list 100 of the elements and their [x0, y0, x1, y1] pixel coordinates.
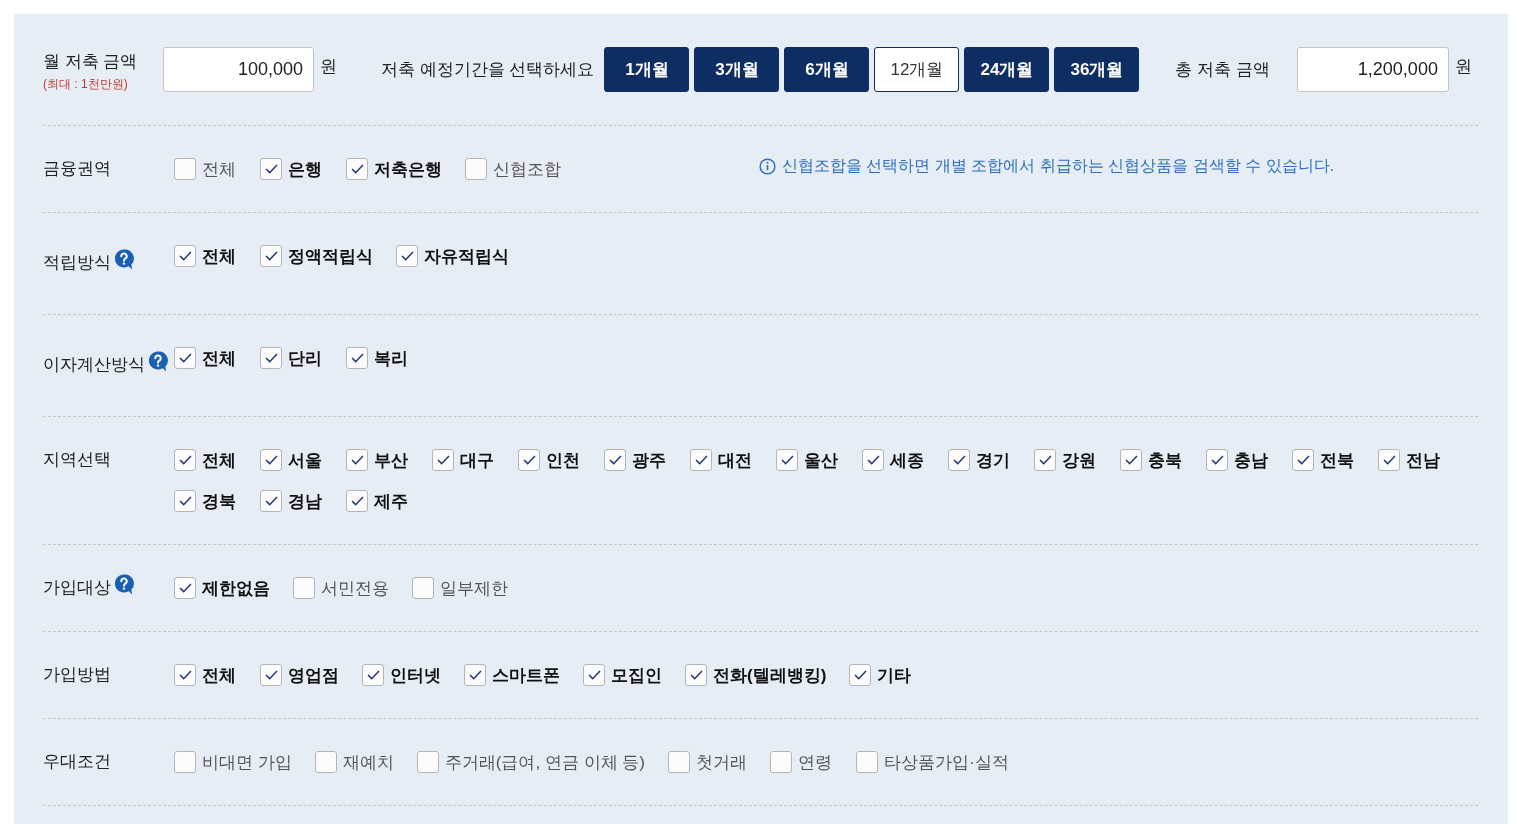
- checkbox-label[interactable]: 충북: [1148, 448, 1182, 472]
- checkbox-label[interactable]: 전체: [202, 157, 236, 181]
- checkbox-label[interactable]: 제한없음: [202, 576, 270, 600]
- checkbox[interactable]: [416, 751, 439, 773]
- period-button[interactable]: 1개월: [604, 47, 690, 92]
- checkbox[interactable]: [685, 664, 707, 686]
- checkbox[interactable]: [346, 158, 368, 180]
- checkbox-label[interactable]: 전체: [202, 244, 236, 268]
- checkbox[interactable]: [260, 664, 282, 686]
- checkbox-label[interactable]: 은행: [288, 157, 322, 181]
- help-icon[interactable]: [148, 350, 168, 372]
- checkbox[interactable]: [346, 347, 368, 369]
- checkbox[interactable]: [260, 449, 282, 471]
- checkbox-label[interactable]: 서민전용: [321, 576, 389, 600]
- checkbox-label[interactable]: 전체: [202, 346, 236, 370]
- checkbox[interactable]: [518, 449, 540, 471]
- checkbox[interactable]: [1120, 449, 1142, 471]
- checkbox-label[interactable]: 대전: [718, 448, 752, 472]
- checkbox[interactable]: [855, 751, 878, 773]
- period-button[interactable]: 12개월: [874, 47, 960, 92]
- checkbox[interactable]: [667, 751, 690, 773]
- checkbox[interactable]: [346, 449, 368, 471]
- checkbox[interactable]: [362, 664, 384, 686]
- period-button[interactable]: 36개월: [1054, 47, 1140, 92]
- checkbox[interactable]: [948, 449, 970, 471]
- checkbox[interactable]: [464, 664, 486, 686]
- checkbox[interactable]: [1378, 449, 1400, 471]
- checkbox-label[interactable]: 재예치: [342, 750, 394, 774]
- checkbox[interactable]: [465, 158, 487, 180]
- help-icon[interactable]: [114, 573, 134, 595]
- checkbox-label[interactable]: 모집인: [611, 663, 662, 687]
- checkbox[interactable]: [432, 449, 454, 471]
- checkbox-label[interactable]: 전화(텔레뱅킹): [713, 663, 827, 687]
- checkbox[interactable]: [174, 664, 196, 686]
- checkbox-label[interactable]: 비대면 가입: [202, 750, 292, 774]
- checkbox-label[interactable]: 세종: [890, 448, 924, 472]
- checkbox[interactable]: [346, 490, 368, 512]
- checkbox[interactable]: [776, 449, 798, 471]
- checkbox[interactable]: [769, 751, 792, 773]
- checkbox-label[interactable]: 강원: [1062, 448, 1096, 472]
- checkbox-label[interactable]: 기타: [877, 663, 912, 687]
- check-icon: [264, 670, 278, 680]
- checkbox-label[interactable]: 저축은행: [374, 157, 442, 181]
- checkbox[interactable]: [174, 158, 196, 180]
- checkbox-label[interactable]: 부산: [374, 448, 408, 472]
- checkbox[interactable]: [174, 577, 196, 599]
- checkbox-label[interactable]: 충남: [1234, 448, 1268, 472]
- checkbox-label[interactable]: 단리: [288, 346, 322, 370]
- help-icon[interactable]: [114, 248, 134, 270]
- checkbox-label[interactable]: 경기: [976, 448, 1010, 472]
- checkbox[interactable]: [260, 347, 282, 369]
- checkbox-label[interactable]: 정액적립식: [288, 244, 373, 268]
- checkbox[interactable]: [862, 449, 884, 471]
- checkbox-label[interactable]: 경남: [288, 489, 322, 513]
- checkbox[interactable]: [174, 347, 196, 369]
- checkbox-label[interactable]: 영업점: [288, 663, 339, 687]
- checkbox-label[interactable]: 신협조합: [493, 157, 561, 181]
- checkbox-label[interactable]: 타상품가입·실적: [883, 750, 1009, 774]
- checkbox[interactable]: [174, 245, 196, 267]
- checkbox-label[interactable]: 광주: [632, 448, 666, 472]
- period-button[interactable]: 6개월: [784, 47, 870, 92]
- checkbox-label[interactable]: 인터넷: [390, 663, 441, 687]
- checkbox[interactable]: [174, 490, 196, 512]
- checkbox-label[interactable]: 제주: [374, 489, 408, 513]
- checkbox[interactable]: [412, 577, 434, 599]
- checkbox[interactable]: [396, 245, 418, 267]
- period-button[interactable]: 3개월: [694, 47, 780, 92]
- amount-field[interactable]: 100,000: [163, 47, 314, 92]
- checkbox-label[interactable]: 경북: [202, 489, 236, 513]
- checkbox[interactable]: [314, 751, 337, 773]
- checkbox[interactable]: [849, 664, 872, 686]
- checkbox[interactable]: [1034, 449, 1056, 471]
- checkbox-label[interactable]: 대구: [460, 448, 494, 472]
- checkbox[interactable]: [1206, 449, 1228, 471]
- checkbox-label[interactable]: 전체: [202, 663, 236, 687]
- checkbox-label[interactable]: 울산: [804, 448, 838, 472]
- checkbox[interactable]: [260, 245, 282, 267]
- checkbox[interactable]: [260, 158, 282, 180]
- checkbox-label[interactable]: 연령: [797, 750, 832, 774]
- checkbox-label[interactable]: 복리: [374, 346, 408, 370]
- checkbox-label[interactable]: 첫거래: [695, 750, 747, 774]
- checkbox[interactable]: [690, 449, 712, 471]
- total-field[interactable]: 1,200,000: [1296, 47, 1449, 92]
- checkbox[interactable]: [604, 449, 626, 471]
- checkbox[interactable]: [260, 490, 282, 512]
- checkbox-label[interactable]: 주거래(급여, 연금 이체 등): [444, 750, 645, 774]
- checkbox-label[interactable]: 인천: [546, 448, 580, 472]
- checkbox-label[interactable]: 전북: [1320, 448, 1354, 472]
- checkbox-label[interactable]: 일부제한: [440, 576, 508, 600]
- checkbox[interactable]: [293, 577, 315, 599]
- checkbox[interactable]: [174, 751, 196, 773]
- checkbox[interactable]: [583, 664, 605, 686]
- checkbox[interactable]: [174, 449, 196, 471]
- checkbox-label[interactable]: 전남: [1406, 448, 1440, 472]
- checkbox[interactable]: [1292, 449, 1314, 471]
- period-button[interactable]: 24개월: [964, 47, 1050, 92]
- checkbox-label[interactable]: 서울: [288, 448, 322, 472]
- checkbox-label[interactable]: 자유적립식: [424, 244, 509, 268]
- checkbox-label[interactable]: 전체: [202, 448, 236, 472]
- checkbox-label[interactable]: 스마트폰: [492, 663, 560, 687]
